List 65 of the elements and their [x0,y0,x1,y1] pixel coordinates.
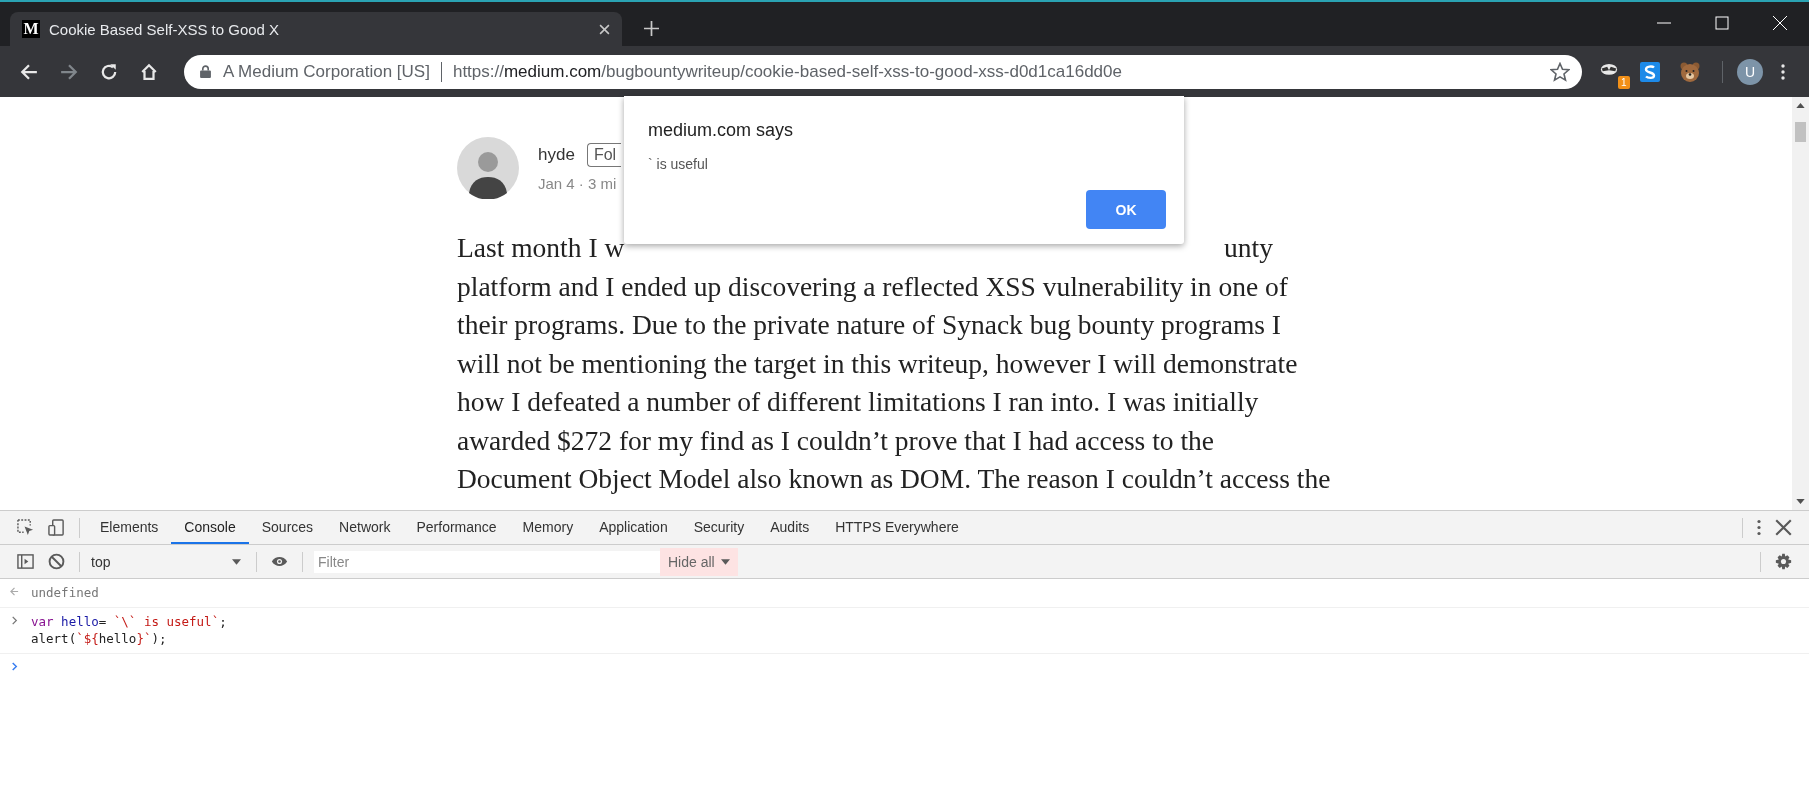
tab-title: Cookie Based Self-XSS to Good X [49,20,281,38]
input-chevron-icon [10,616,19,625]
paragraph-line: how I defeated a number of different limitations I ran into. I was initially [457,385,1260,419]
paragraph-text: Last month I w [457,231,625,265]
author-name[interactable]: hyde [538,145,575,165]
back-icon[interactable] [20,62,38,81]
follow-button[interactable]: Fol [586,143,621,167]
caret-icon [720,558,730,565]
dialog-message: ` is useful [648,156,709,172]
forward-icon[interactable] [60,62,78,81]
more-options-icon[interactable] [1757,519,1761,536]
filter-field[interactable]: Filter [314,550,660,573]
reload-icon[interactable] [100,62,118,81]
maximize-icon[interactable] [1715,16,1729,30]
levels-label: Hide all [668,553,715,570]
s-logo-icon[interactable] [1638,59,1662,84]
paragraph-line: awarded $272 for my find as I couldn’t prove that I had access to the [457,423,1216,458]
console-line: alert(`${hello}`); [31,630,168,647]
console-line: undefined [31,584,99,601]
dialog-title: medium.com says [648,120,795,141]
scroll-down-arrow-icon[interactable] [1796,499,1805,504]
address-bar[interactable]: A Medium Corporation [US] https://medium.com/bugbountywriteup/cookie-based-self-xss-to-good-xss-d0d1ca16dd0e [184,54,1582,89]
menu-icon[interactable] [1781,63,1785,80]
context-value: top [91,553,111,570]
close-icon[interactable] [1775,519,1792,536]
levels-dropdown[interactable]: Hide all [660,547,738,576]
result-arrow-icon [10,587,19,596]
browser-tab[interactable]: M Cookie Based Self-XSS to Good X [10,12,622,46]
device-toggle-icon[interactable] [48,519,65,536]
favicon: M [22,20,40,38]
inspect-icon[interactable] [17,519,34,536]
bookmark-star-icon[interactable] [1550,61,1570,82]
devtools-tab[interactable]: Memory [509,511,587,544]
scroll-up-arrow-icon[interactable] [1796,103,1805,108]
console-line: var hello= `\` is useful`; [31,613,227,630]
paragraph-text: unty [1224,231,1273,265]
paragraph-line: will not be mentioning the target in this writeup, however I will demonstrate [457,346,1299,381]
url-text: https://medium.com/bugbountywriteup/cookie-based-self-xss-to-good-xss-d0d1ca16dd0e [452,61,1122,82]
paragraph-line: their programs. Due to the private nature of Synack bug bounty programs I [457,308,1283,342]
paragraph-line: platform and I ended up discovering a reflected XSS vulnerability in one of [457,269,1289,304]
scroll-thumb[interactable] [1795,122,1806,142]
notification-badge: 1 [1618,76,1630,89]
devtools-tab[interactable]: Performance [403,511,510,544]
devtools-tab[interactable]: Application [586,511,681,544]
new-tab-icon[interactable] [644,21,659,36]
context-select[interactable]: top [87,553,249,570]
settings-icon[interactable] [1775,553,1792,570]
prompt-chevron-icon[interactable] [10,662,19,671]
clear-console-icon[interactable] [48,553,65,570]
devtools-tab[interactable]: Sources [248,511,327,544]
site-identity: A Medium Corporation [US] [223,61,430,82]
scrollbar[interactable] [1792,97,1809,510]
devtools-tab[interactable]: Elements [87,511,172,544]
devtools-tab[interactable]: Network [326,511,404,544]
devtools-tab[interactable]: Audits [757,511,823,544]
sidebar-toggle-icon[interactable] [17,553,34,570]
caret-icon [232,558,241,565]
post-meta: Jan 4 · 3 mi [538,175,618,192]
devtools-tab[interactable]: Security [680,511,758,544]
ok-button[interactable]: OK [1086,190,1166,229]
paragraph-line: Document Object Model also known as DOM. The reason I couldn’t access the [457,462,1332,496]
avatar[interactable] [457,137,519,199]
devtools-tab[interactable]: HTTPS Everywhere [822,511,972,544]
lock-icon [200,65,211,78]
home-icon[interactable] [140,62,158,81]
